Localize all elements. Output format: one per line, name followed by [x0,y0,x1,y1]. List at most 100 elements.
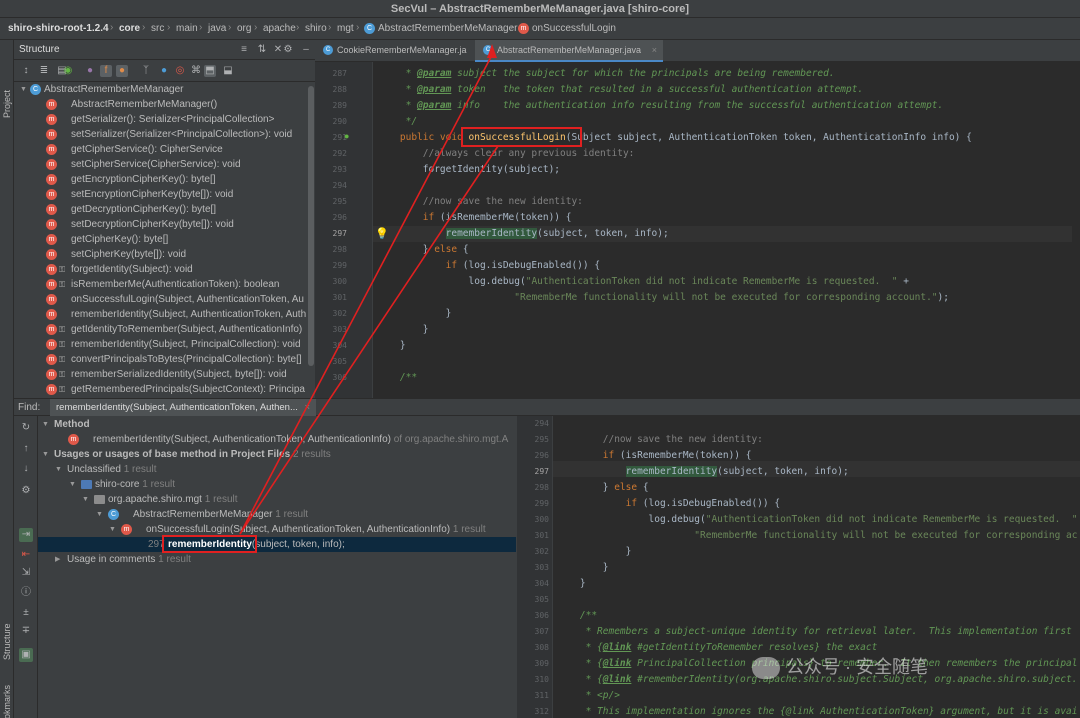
expand-icon[interactable]: ± [19,606,33,620]
chevron-down-icon[interactable]: ▼ [109,522,116,537]
close-icon[interactable]: × [652,40,657,60]
tree-method-row[interactable]: m rememberIdentity(Subject, Authenticatio… [14,307,310,322]
method-icon: m [46,294,57,305]
autoscroll-from-source-icon[interactable]: ⬓ [222,65,234,77]
sort-visibility-icon[interactable]: ≣ [38,65,50,77]
breadcrumb-mgt[interactable]: mgt [337,23,354,34]
tree-method-row[interactable]: m setSerializer(Serializer<PrincipalColle… [14,127,310,142]
bookmarks-tool-tab[interactable]: Bookmarks [2,685,12,718]
tab-cookie-remember-me-manager[interactable]: C CookieRememberMeManager.ja [315,40,475,62]
project-tool-tab[interactable]: Project [2,90,12,118]
line-number: 296 [332,213,347,222]
next-occurrence-icon[interactable]: ↓ [19,462,33,476]
tree-scrollbar-thumb[interactable] [308,86,314,366]
tree-method-row[interactable]: m setCipherService(CipherService): void [14,157,310,172]
tree-method-row[interactable]: m setCipherKey(byte[]): void [14,247,310,262]
breadcrumb-core[interactable]: core [119,23,140,34]
chevron-right-icon[interactable]: ▶ [55,552,60,567]
chevron-down-icon[interactable]: ▼ [82,492,89,507]
package-row[interactable]: ▼ org.apache.shiro.mgt 1 result [38,492,516,507]
method-usage-row[interactable]: ▼ m onSuccessfulLogin(Subject, Authentic… [38,522,516,537]
merge-icon[interactable]: ⇲ [19,566,33,580]
method-group-row[interactable]: ▼ Method [38,417,516,432]
usages-tree: ▼ Method m rememberIdentity(Subject, Aut… [38,416,516,718]
tree-method-row[interactable]: m getCipherKey(): byte[] [14,232,310,247]
tree-method-row[interactable]: m setDecryptionCipherKey(byte[]): void [14,217,310,232]
find-tab[interactable]: rememberIdentity(Subject, Authentication… [50,399,317,416]
tree-method-row[interactable]: m ⚿ convertPrincipalsToBytes(PrincipalColl… [14,352,310,367]
chevron-down-icon[interactable]: ▼ [42,447,49,462]
breadcrumb-project[interactable]: shiro-shiro-root-1.2.4 [8,23,109,34]
tab-abstract-remember-me-manager[interactable]: C AbstractRememberMeManager.java × [475,40,663,62]
anonymous-icon[interactable]: ● [158,65,170,77]
tree-method-row[interactable]: m ⚿ getIdentityToRemember(Subject, Authent… [14,322,310,337]
tree-method-row[interactable]: m onSuccessfulLogin(Subject, Authenticati… [14,292,310,307]
gear-icon[interactable]: ⚙ [282,44,294,56]
usage-line-row[interactable]: 297 rememberIdentity(subject, token, inf… [38,537,516,552]
chevron-down-icon[interactable]: ▼ [42,417,49,432]
code-editor[interactable]: 287 288 289 290 291 292 293 294 295 296 297 298 299 3… [315,62,1080,398]
tree-method-row[interactable]: m ⚿ getRememberedPrincipals(SubjectContext… [14,382,310,397]
class-row[interactable]: ▼ C AbstractRememberMeManager 1 result [38,507,516,522]
pin-icon[interactable]: ▣ [19,648,33,662]
autoscroll-to-source-icon[interactable]: ⬒ [204,65,216,77]
tree-method-row[interactable]: m getDecryptionCipherKey(): byte[] [14,202,310,217]
lambda-icon[interactable]: ᛉ [140,65,152,77]
preview-toggle-icon[interactable]: ⇥ [19,528,33,542]
breadcrumb-method[interactable]: onSuccessfulLogin [532,23,616,34]
unclassified-row[interactable]: ▼ Unclassified 1 result [38,462,516,477]
tree-method-row[interactable]: m getSerializer(): Serializer<PrincipalCo… [14,112,310,127]
tree-class-row[interactable]: ▼ C AbstractRememberMeManager [14,82,310,97]
structure-tool-tab[interactable]: Structure [2,623,12,660]
comments-row[interactable]: ▶ Usage in comments 1 result [38,552,516,567]
breadcrumb-shiro[interactable]: shiro [305,23,327,34]
tree-method-row[interactable]: m AbstractRememberMeManager() [14,97,310,112]
tree-method-row[interactable]: m getCipherService(): CipherService [14,142,310,157]
gear-icon[interactable]: ⚙ [19,484,33,498]
tree-method-row[interactable]: m ⚿ isRememberMe(AuthenticationToken): boo… [14,277,310,292]
rerun-icon[interactable]: ↻ [19,421,33,435]
tree-method-row[interactable]: m setEncryptionCipherKey(byte[]): void [14,187,310,202]
breadcrumb-org[interactable]: org [237,23,251,34]
tree-method-row[interactable]: m ⚿ rememberIdentity(Subject, PrincipalCol… [14,337,310,352]
info-icon[interactable]: ⓘ [19,586,33,600]
collapse-icon[interactable]: ∓ [19,624,33,638]
chevron-down-icon[interactable]: ▼ [96,507,103,522]
chevron-down-icon[interactable]: ▼ [55,462,62,477]
chevron-down-icon[interactable]: ▼ [69,477,76,492]
method-target-row[interactable]: m rememberIdentity(Subject, Authenticati… [38,432,516,447]
settings-list-icon[interactable]: ⌘ [190,65,202,77]
override-gutter-icon[interactable]: ● [344,131,349,141]
tree-method-row[interactable]: m ⚿ rememberSerializedIdentity(Subject, by… [14,367,310,382]
circle-icon[interactable]: ◎ [174,65,186,77]
lightbulb-icon[interactable]: 💡 [375,227,389,240]
editor-scrollbar[interactable] [1072,62,1080,398]
breadcrumb-src[interactable]: src [151,23,164,34]
usages-group-row[interactable]: ▼ Usages or usages of base method in Pro… [38,447,516,462]
tree-method-row[interactable]: m ⚿ forgetIdentity(Subject): void [14,262,310,277]
breadcrumb-apache[interactable]: apache [263,23,296,34]
navigate-icon[interactable]: ⇤ [19,548,33,562]
sort-alpha-icon[interactable]: ↕ [20,65,32,77]
chevron-down-icon[interactable]: ▼ [20,82,27,97]
breadcrumb-main[interactable]: main [176,23,198,34]
tree-scrollbar[interactable] [307,82,315,400]
line-number: 299 [332,261,347,270]
code-line: * <p/> [557,690,620,701]
expand-all-icon[interactable]: ≡ [238,44,250,56]
previous-occurrence-icon[interactable]: ↑ [19,442,33,456]
close-icon[interactable]: × [305,402,311,413]
inherited-icon[interactable]: ◉ [62,65,74,77]
line-number: 298 [332,245,347,254]
tree-method-label: rememberIdentity(Subject, PrincipalColle… [71,339,301,350]
tree-method-row[interactable]: m getEncryptionCipherKey(): byte[] [14,172,310,187]
minimize-icon[interactable]: – [300,44,312,56]
breadcrumb-class[interactable]: AbstractRememberMeManager [378,23,518,34]
tree-class-label: AbstractRememberMeManager [44,84,184,95]
properties-icon[interactable]: ● [84,65,96,77]
non-public-icon[interactable]: ● [116,65,128,77]
module-row[interactable]: ▼ shiro-core 1 result [38,477,516,492]
collapse-all-icon[interactable]: ⇅ [256,44,268,56]
fields-icon[interactable]: f [100,65,112,77]
breadcrumb-java[interactable]: java [208,23,226,34]
